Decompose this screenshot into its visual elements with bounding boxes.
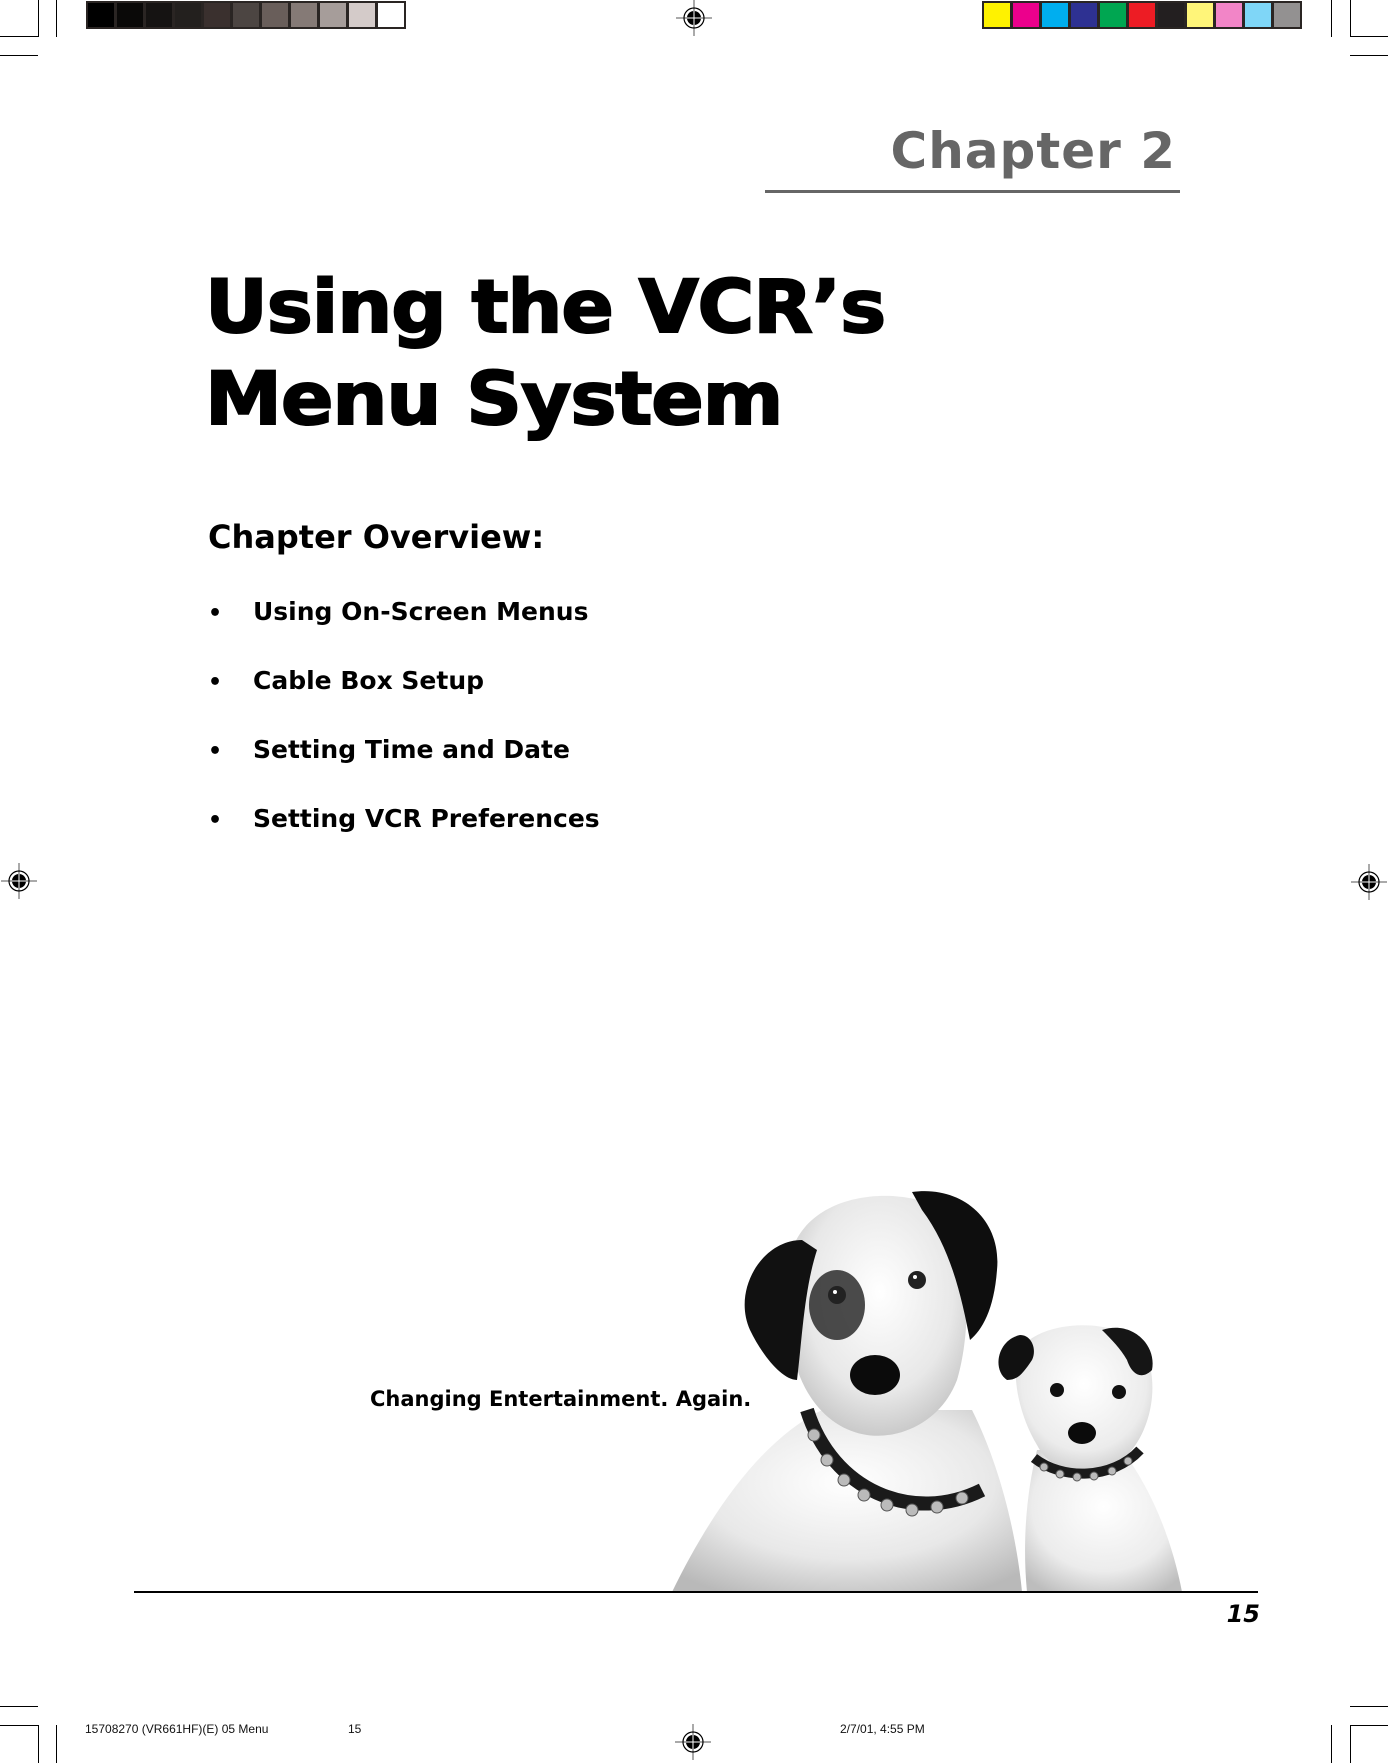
registration-mark-icon [1351, 864, 1387, 900]
color-swatch [1274, 3, 1300, 27]
list-item-label: Setting VCR Preferences [253, 804, 600, 833]
list-item-label: Using On-Screen Menus [253, 597, 589, 626]
color-swatch [1187, 3, 1213, 27]
gray-swatch [175, 3, 201, 27]
bullet-icon: • [208, 601, 223, 626]
list-item: • Setting VCR Preferences [208, 804, 600, 873]
color-swatch [1013, 3, 1039, 27]
slug-file-name: 15708270 (VR661HF)(E) 05 Menu [85, 1722, 269, 1736]
gray-swatch [291, 3, 317, 27]
page-title-line-1: Using the VCR’s [204, 264, 887, 351]
slug-timestamp: 2/7/01, 4:55 PM [840, 1722, 925, 1736]
gray-swatch [204, 3, 230, 27]
slug-page-number: 15 [348, 1722, 362, 1736]
crop-mark [56, 0, 57, 37]
crop-mark [0, 55, 38, 56]
chapter-label: Chapter 2 [890, 122, 1176, 180]
crop-mark [1350, 36, 1388, 37]
crop-mark [1350, 1725, 1351, 1763]
color-swatch [1245, 3, 1271, 27]
crop-mark [0, 1706, 38, 1707]
bullet-icon: • [208, 670, 223, 695]
list-item-label: Setting Time and Date [253, 735, 570, 764]
bullet-icon: • [208, 808, 223, 833]
color-swatch [1216, 3, 1242, 27]
crop-mark [1350, 1706, 1388, 1707]
gray-swatch [262, 3, 288, 27]
registration-mark-icon [676, 0, 712, 36]
color-swatch [984, 3, 1010, 27]
crop-mark [1350, 1725, 1388, 1726]
crop-mark [56, 1725, 57, 1763]
list-item: • Setting Time and Date [208, 735, 600, 804]
registration-mark-icon [675, 1724, 711, 1760]
crop-mark [0, 1725, 38, 1726]
bullet-icon: • [208, 739, 223, 764]
gray-swatch [233, 3, 259, 27]
page-title-line-2: Menu System [204, 356, 784, 443]
page-number: 15 [1226, 1600, 1260, 1628]
crop-mark [1331, 1725, 1332, 1763]
gray-swatch [88, 3, 114, 27]
color-swatch [1071, 3, 1097, 27]
gray-swatch [146, 3, 172, 27]
footer-divider [134, 1591, 1258, 1593]
overview-list: • Using On-Screen Menus • Cable Box Setup … [208, 597, 600, 873]
gray-swatch [117, 3, 143, 27]
chapter-divider [765, 190, 1180, 193]
dogs-photo [672, 1191, 1182, 1592]
color-swatch [1158, 3, 1184, 27]
crop-mark [38, 1725, 39, 1763]
cmyk-color-bar [982, 1, 1302, 29]
crop-mark [1350, 55, 1388, 56]
gray-swatch [349, 3, 375, 27]
list-item-label: Cable Box Setup [253, 666, 485, 695]
page-title: Using the VCR’s Menu System [204, 262, 887, 446]
overview-heading: Chapter Overview: [208, 518, 545, 556]
gray-swatch [378, 3, 404, 27]
crop-mark [1331, 0, 1332, 37]
list-item: • Using On-Screen Menus [208, 597, 600, 666]
color-swatch [1042, 3, 1068, 27]
crop-mark [1350, 0, 1351, 37]
registration-mark-icon [1, 863, 37, 899]
grayscale-color-bar [86, 1, 406, 29]
crop-mark [0, 36, 38, 37]
crop-mark [38, 0, 39, 37]
color-swatch [1129, 3, 1155, 27]
color-swatch [1100, 3, 1126, 27]
list-item: • Cable Box Setup [208, 666, 600, 735]
gray-swatch [320, 3, 346, 27]
